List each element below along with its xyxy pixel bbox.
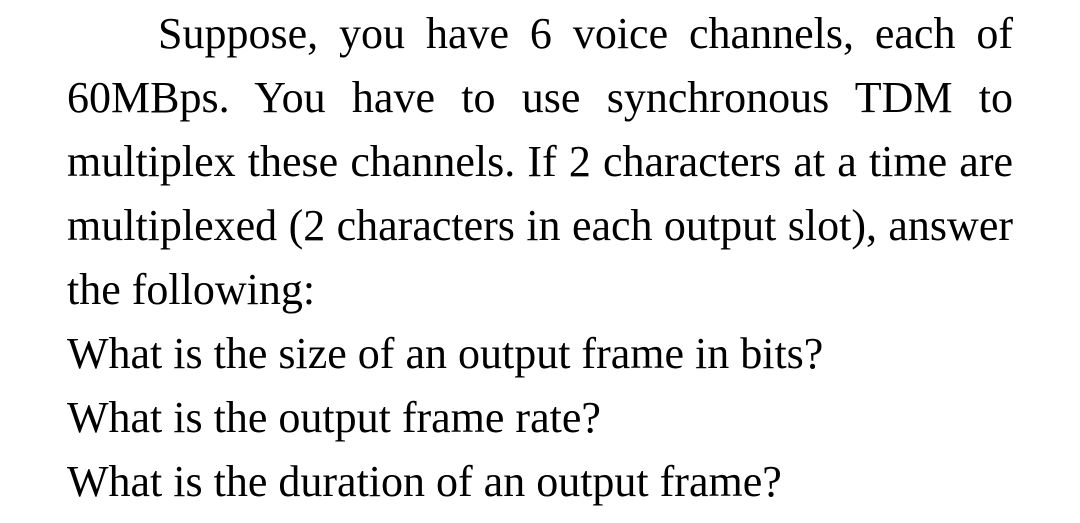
question-output-frame-duration: What is the duration of an output frame? — [67, 457, 782, 506]
question-text-block: Suppose, you have 6 voice channels, each… — [67, 0, 1013, 514]
document-page: Suppose, you have 6 voice channels, each… — [0, 0, 1080, 523]
problem-statement-paragraph: Suppose, you have 6 voice channels, each… — [67, 9, 1013, 314]
question-output-frame-size: What is the size of an output frame in b… — [67, 329, 824, 378]
question-output-frame-rate: What is the output frame rate? — [67, 393, 601, 442]
